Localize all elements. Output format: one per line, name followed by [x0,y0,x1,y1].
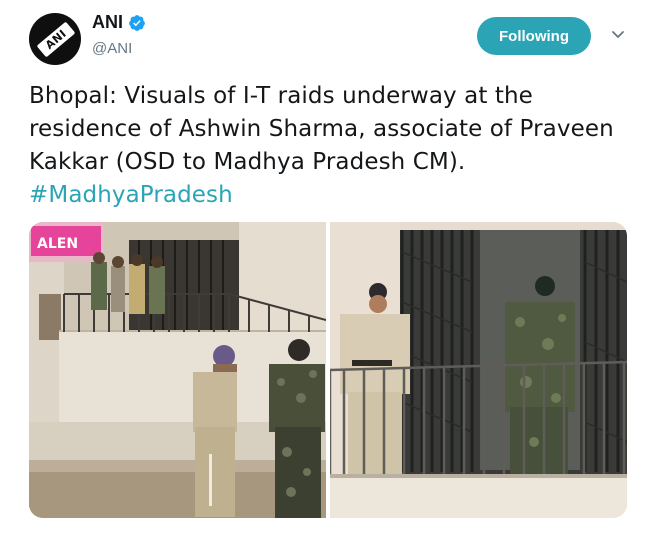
left-photo-image: ALEN [29,222,326,518]
right-photo[interactable] [330,222,627,518]
verified-badge-icon [129,14,145,31]
left-photo[interactable]: ALEN [29,222,326,518]
display-name[interactable]: ANI [92,12,123,33]
account-handle[interactable]: @ANI [92,40,132,57]
tweet-text: Bhopal: Visuals of I-T raids underway at… [29,80,629,212]
tweet-body: Bhopal: Visuals of I-T raids underway at… [29,83,614,175]
right-photo-image [330,222,627,518]
following-button[interactable]: Following [477,17,591,55]
hashtag-link[interactable]: #MadhyaPradesh [29,182,233,208]
tweet-card: ANI ANI @ANI Following Bhopal: Visuals o… [0,0,650,540]
account-avatar[interactable]: ANI [29,13,81,65]
author-name-row: ANI [92,12,146,33]
tweet-media: ALEN [29,222,627,518]
chevron-down-icon[interactable] [611,30,625,40]
shop-sign-text: ALEN [37,236,78,252]
ani-logo: ANI [36,21,76,58]
